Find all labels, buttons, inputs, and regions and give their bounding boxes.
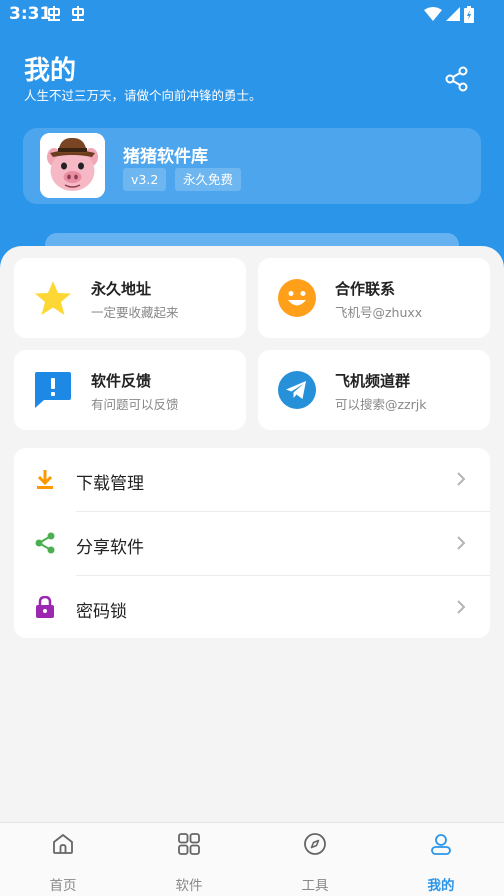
menu-label: 下载管理 xyxy=(76,474,144,494)
nav-label: 我的 xyxy=(427,878,455,894)
menu-label: 分享软件 xyxy=(76,538,144,558)
card-title: 合作联系 xyxy=(335,280,396,298)
nav-home[interactable]: 首页 xyxy=(0,823,126,896)
compass-icon xyxy=(304,833,326,855)
chevron-right-icon xyxy=(457,600,466,614)
notification-icon xyxy=(48,6,60,21)
nav-tools[interactable]: 工具 xyxy=(252,823,378,896)
share-software-item[interactable]: 分享软件 xyxy=(14,512,490,576)
card-subtitle: 一定要收藏起来 xyxy=(91,305,179,320)
nav-label: 首页 xyxy=(49,878,77,894)
menu-label: 密码锁 xyxy=(76,602,127,622)
avatar xyxy=(40,133,105,198)
card-title: 永久地址 xyxy=(91,280,152,298)
telegram-group-card[interactable]: 飞机频道群 可以搜索@zzrjk xyxy=(258,350,490,430)
grid-icon xyxy=(178,833,200,855)
card-subtitle: 可以搜索@zzrjk xyxy=(335,397,427,412)
share-icon xyxy=(35,532,55,554)
status-bar: 3:31 xyxy=(0,0,504,28)
share-icon[interactable] xyxy=(444,66,470,92)
status-time: 3:31 xyxy=(9,4,52,24)
nav-label: 软件 xyxy=(175,878,203,894)
page-subtitle: 人生不过三万天，请做个向前冲锋的勇士。 xyxy=(24,88,262,103)
user-icon xyxy=(431,834,451,855)
nav-software[interactable]: 软件 xyxy=(126,823,252,896)
download-icon xyxy=(37,470,53,489)
chevron-right-icon xyxy=(457,472,466,486)
permanent-address-card[interactable]: 永久地址 一定要收藏起来 xyxy=(14,258,246,338)
page-title: 我的 xyxy=(24,56,77,86)
card-subtitle: 有问题可以反馈 xyxy=(91,397,179,412)
smile-icon xyxy=(278,279,316,317)
license-badge: 永久免费 xyxy=(175,168,242,191)
feedback-icon xyxy=(35,372,71,408)
lock-icon xyxy=(36,596,54,618)
password-lock-item[interactable]: 密码锁 xyxy=(14,576,490,640)
pig-avatar-icon xyxy=(40,133,105,198)
nav-mine[interactable]: 我的 xyxy=(378,823,504,896)
bottom-nav: 首页 软件 工具 我的 xyxy=(0,822,504,896)
wifi-icon xyxy=(424,7,442,21)
battery-icon xyxy=(464,5,474,23)
card-subtitle: 飞机号@zhuxx xyxy=(335,305,423,320)
nav-label: 工具 xyxy=(301,878,329,894)
card-title: 软件反馈 xyxy=(91,372,152,390)
download-manager-item[interactable]: 下载管理 xyxy=(14,448,490,512)
signal-icon xyxy=(446,7,460,21)
cooperation-card[interactable]: 合作联系 飞机号@zhuxx xyxy=(258,258,490,338)
menu-list: 下载管理 分享软件 密码锁 xyxy=(14,448,490,638)
profile-card[interactable]: 猪猪软件库 v3.2 永久免费 xyxy=(23,128,481,204)
telegram-icon xyxy=(278,371,316,409)
card-title: 飞机频道群 xyxy=(335,372,411,390)
notification-icon xyxy=(72,6,84,21)
feedback-card[interactable]: 软件反馈 有问题可以反馈 xyxy=(14,350,246,430)
app-name: 猪猪软件库 xyxy=(123,147,208,167)
version-badge: v3.2 xyxy=(123,168,167,191)
home-icon xyxy=(53,834,73,854)
star-icon xyxy=(35,281,71,315)
chevron-right-icon xyxy=(457,536,466,550)
